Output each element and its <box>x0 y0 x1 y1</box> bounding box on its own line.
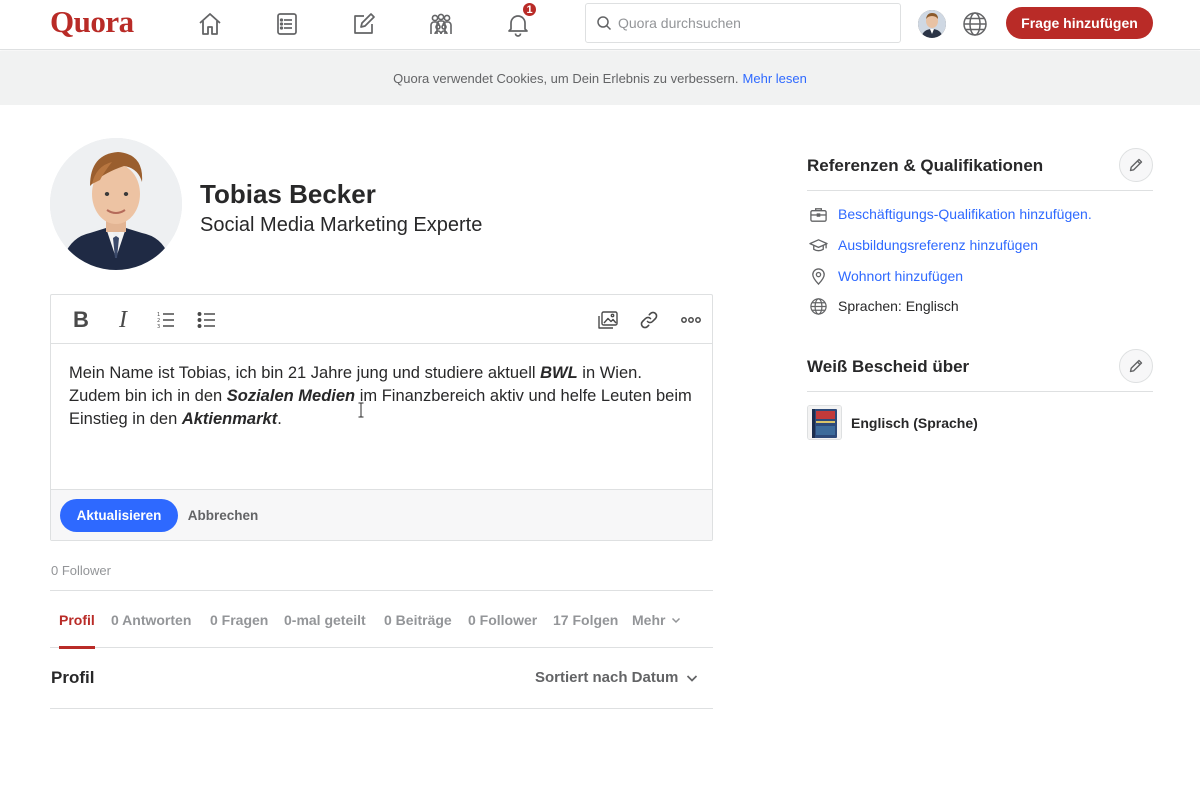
cookie-banner: Quora verwendet Cookies, um Dein Erlebni… <box>0 51 1200 105</box>
spaces-icon[interactable] <box>425 8 457 40</box>
top-navigation-bar: Quora 1 Frage hinzufügen <box>0 0 1200 50</box>
bio-text-area[interactable]: Mein Name ist Tobias, ich bin 21 Jahre j… <box>51 344 712 489</box>
profile-headline[interactable]: Social Media Marketing Experte <box>200 214 482 237</box>
tab-answers[interactable]: 0 Antworten <box>111 591 191 648</box>
quora-logo[interactable]: Quora <box>50 4 134 40</box>
tab-more[interactable]: Mehr <box>632 591 681 648</box>
briefcase-icon <box>807 203 829 225</box>
pencil-icon <box>1129 359 1143 373</box>
more-options-icon[interactable] <box>676 305 706 335</box>
bio-bold-text: Sozialen Medien <box>226 387 356 405</box>
language-globe-icon[interactable] <box>960 9 990 39</box>
topic-label: Englisch (Sprache) <box>851 414 978 431</box>
divider <box>807 190 1153 191</box>
tab-label: 0 Follower <box>468 611 538 628</box>
location-pin-icon <box>807 265 829 287</box>
search-input[interactable] <box>618 15 888 31</box>
text-cursor-icon <box>358 402 364 418</box>
bullet-list-icon[interactable] <box>192 305 222 335</box>
divider <box>807 391 1153 392</box>
tab-label: 0-mal geteilt <box>284 611 366 628</box>
answer-list-icon[interactable] <box>271 8 303 40</box>
credential-location[interactable]: Wohnort hinzufügen <box>807 265 963 287</box>
add-question-button[interactable]: Frage hinzufügen <box>1006 7 1153 39</box>
numbered-list-icon[interactable]: 123 <box>151 305 181 335</box>
cancel-button[interactable]: Abbrechen <box>181 499 265 532</box>
bio-editor: B I 123 Mein Name ist Tobias, ich bin 21… <box>50 294 713 541</box>
insert-image-icon[interactable] <box>593 305 623 335</box>
tab-posts[interactable]: 0 Beiträge <box>384 591 452 648</box>
divider <box>50 708 713 709</box>
profile-tabs: Profil 0 Antworten 0 Fragen 0-mal geteil… <box>50 591 713 649</box>
notifications-icon[interactable]: 1 <box>502 1 538 40</box>
tab-followers[interactable]: 0 Follower <box>468 591 537 648</box>
tab-label: 17 Folgen <box>553 611 619 628</box>
profile-photo[interactable] <box>50 138 182 270</box>
cookie-banner-text: Quora verwendet Cookies, um Dein Erlebni… <box>393 70 739 86</box>
edit-credentials-button[interactable] <box>1119 148 1153 182</box>
sort-dropdown[interactable]: Sortiert nach Datum <box>535 669 698 686</box>
feed-section-title: Profil <box>51 668 95 687</box>
write-icon[interactable] <box>348 8 380 40</box>
tab-label: 0 Antworten <box>111 611 192 628</box>
italic-button[interactable]: I <box>108 305 138 335</box>
tab-questions[interactable]: 0 Fragen <box>210 591 268 648</box>
tab-label: Mehr <box>632 611 666 628</box>
user-avatar[interactable] <box>918 10 946 38</box>
insert-link-icon[interactable] <box>634 305 664 335</box>
bio-text: . <box>277 410 282 428</box>
pencil-icon <box>1129 158 1143 172</box>
bio-bold-text: Aktienmarkt <box>181 410 278 428</box>
tab-label: 0 Beiträge <box>384 611 452 628</box>
credential-languages: Sprachen: Englisch <box>807 295 959 317</box>
credential-employment[interactable]: Beschäftigungs-Qualifikation hinzufügen. <box>807 203 1092 225</box>
knows-about-heading: Weiß Bescheid über <box>807 357 970 376</box>
cookie-more-link[interactable]: Mehr lesen <box>743 71 807 86</box>
dictionary-book-icon <box>807 405 842 440</box>
editor-footer: Aktualisieren Abbrechen <box>51 489 712 540</box>
bold-button[interactable]: B <box>66 305 96 335</box>
credential-link[interactable]: Wohnort hinzufügen <box>838 268 963 284</box>
edit-knows-about-button[interactable] <box>1119 349 1153 383</box>
tab-label: 0 Fragen <box>210 611 269 628</box>
follower-count[interactable]: 0 Follower <box>51 563 111 578</box>
search-box[interactable] <box>585 3 901 43</box>
editor-toolbar: B I 123 <box>51 295 712 344</box>
bio-text: Mein Name ist Tobias, ich bin 21 Jahre j… <box>69 364 541 382</box>
search-icon <box>597 16 612 31</box>
tab-shares[interactable]: 0-mal geteilt <box>284 591 366 648</box>
globe-icon <box>807 295 829 317</box>
credential-education[interactable]: Ausbildungsreferenz hinzufügen <box>807 234 1038 256</box>
tab-profil[interactable]: Profil <box>59 591 95 649</box>
topic-item[interactable]: Englisch (Sprache) <box>807 405 978 440</box>
chevron-down-icon <box>687 674 698 682</box>
graduation-cap-icon <box>807 234 829 256</box>
bio-bold-text: BWL <box>540 364 578 382</box>
home-icon[interactable] <box>194 8 226 40</box>
tab-label: Profil <box>59 611 95 628</box>
tab-following[interactable]: 17 Folgen <box>553 591 618 648</box>
chevron-down-icon <box>672 617 681 623</box>
sort-label: Sortiert nach Datum <box>535 669 679 686</box>
update-button[interactable]: Aktualisieren <box>60 499 178 532</box>
profile-name: Tobias Becker <box>200 179 376 209</box>
notification-count-badge: 1 <box>521 1 538 18</box>
credentials-heading: Referenzen & Qualifikationen <box>807 156 1044 175</box>
credential-text: Sprachen: Englisch <box>838 298 959 314</box>
svg-text:3: 3 <box>157 324 160 330</box>
credential-link[interactable]: Beschäftigungs-Qualifikation hinzufügen. <box>838 206 1092 222</box>
credential-link[interactable]: Ausbildungsreferenz hinzufügen <box>838 237 1038 253</box>
